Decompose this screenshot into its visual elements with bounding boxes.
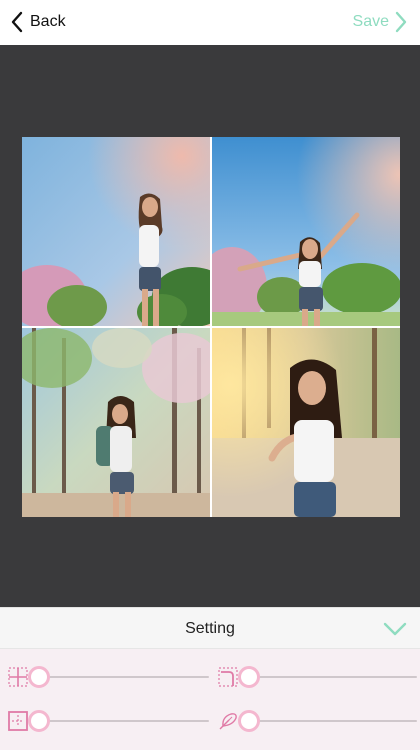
collage-canvas-area <box>0 45 420 607</box>
collage-photo-2[interactable] <box>212 137 400 326</box>
inner-border-icon <box>8 667 28 687</box>
feather-icon <box>219 713 237 730</box>
slider-track <box>249 676 417 678</box>
slider-track <box>39 720 209 722</box>
corner-radius-control <box>217 663 417 691</box>
back-button[interactable]: Back <box>10 10 66 34</box>
photo-collage-grid <box>22 137 400 517</box>
save-button[interactable]: Save <box>353 10 408 34</box>
slider-track <box>39 676 209 678</box>
corner-radius-slider[interactable] <box>238 663 417 691</box>
slider-track <box>249 720 417 722</box>
slider-knob[interactable] <box>28 666 50 688</box>
collage-photo-3[interactable] <box>22 328 210 517</box>
collage-photo-4[interactable] <box>212 328 400 517</box>
confirm-button[interactable] <box>382 616 408 642</box>
top-nav-bar: Back Save <box>0 0 420 45</box>
checkmark-icon <box>383 622 407 636</box>
feather-slider[interactable] <box>238 707 417 735</box>
slider-knob[interactable] <box>238 710 260 732</box>
back-label: Back <box>30 13 66 30</box>
corner-radius-icon <box>218 667 238 687</box>
inner-border-control <box>7 663 209 691</box>
setting-header: Setting <box>0 607 420 649</box>
outer-border-slider[interactable] <box>28 707 209 735</box>
save-label: Save <box>352 13 389 30</box>
chevron-right-icon <box>395 11 407 33</box>
feather-control <box>217 707 417 735</box>
setting-title: Setting <box>185 620 235 637</box>
inner-border-slider[interactable] <box>28 663 209 691</box>
outer-border-control <box>7 707 209 735</box>
collage-photo-1[interactable] <box>22 137 210 326</box>
slider-knob[interactable] <box>28 710 50 732</box>
outer-border-icon <box>8 711 28 731</box>
chevron-left-icon <box>11 11 23 33</box>
setting-controls <box>0 649 420 750</box>
slider-knob[interactable] <box>238 666 260 688</box>
